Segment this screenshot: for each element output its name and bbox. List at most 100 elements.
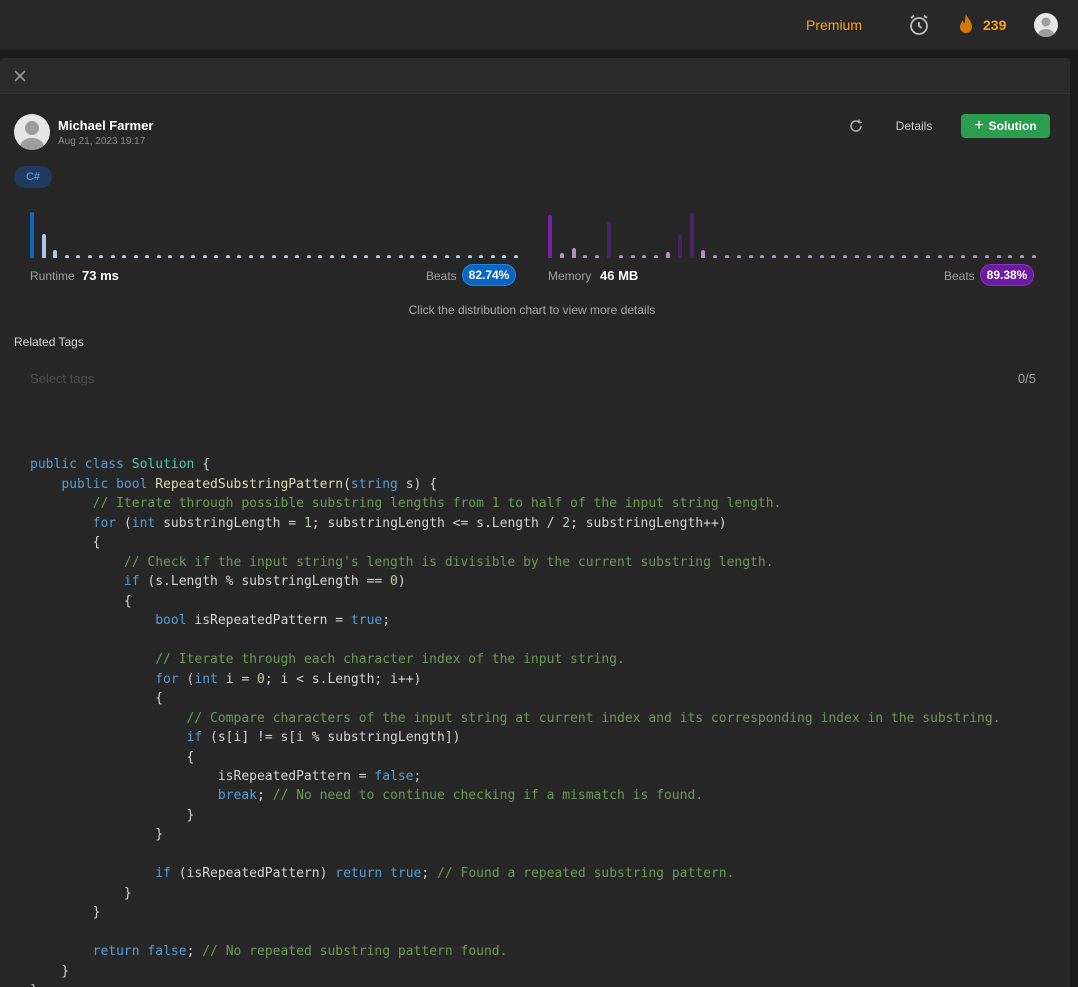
memory-distribution-bar[interactable] (902, 254, 907, 258)
runtime-distribution-bar[interactable] (260, 254, 265, 258)
memory-distribution-bar[interactable] (548, 215, 552, 258)
memory-distribution-bar[interactable] (630, 254, 635, 258)
memory-distribution-bar[interactable] (890, 254, 895, 258)
runtime-distribution-bar[interactable] (295, 254, 300, 258)
runtime-distribution-bar[interactable] (202, 254, 207, 258)
memory-distribution-bar[interactable] (913, 254, 918, 258)
memory-distribution-bar[interactable] (843, 254, 848, 258)
runtime-distribution-bar[interactable] (41, 234, 46, 258)
memory-distribution-bar[interactable] (701, 250, 706, 258)
memory-distribution-bar[interactable] (1032, 254, 1036, 258)
runtime-distribution-bar[interactable] (490, 254, 495, 258)
share-icon[interactable] (848, 118, 864, 134)
memory-distribution-bar[interactable] (677, 233, 682, 258)
runtime-distribution-bar[interactable] (318, 254, 323, 258)
runtime-distribution-bar[interactable] (191, 254, 196, 258)
memory-distribution-bar[interactable] (748, 254, 753, 258)
runtime-distribution-bar[interactable] (375, 254, 380, 258)
runtime-distribution-bar[interactable] (110, 254, 115, 258)
author-avatar[interactable] (14, 114, 50, 150)
fire-streak-icon[interactable] (957, 13, 975, 37)
memory-distribution-bar[interactable] (925, 254, 930, 258)
runtime-distribution-bar[interactable] (225, 254, 230, 258)
memory-distribution-bar[interactable] (819, 254, 824, 258)
tags-select[interactable]: Select tags 0/5 (14, 362, 1044, 394)
details-button[interactable]: Details (886, 114, 942, 138)
runtime-distribution-bar[interactable] (122, 254, 127, 258)
runtime-distribution-bar[interactable] (145, 254, 150, 258)
runtime-distribution-bar[interactable] (76, 254, 81, 258)
memory-distribution-bar[interactable] (618, 254, 623, 258)
memory-distribution-bar[interactable] (949, 254, 954, 258)
memory-distribution-bar[interactable] (666, 252, 671, 258)
runtime-distribution-bar[interactable] (248, 254, 253, 258)
memory-distribution-bar[interactable] (559, 253, 564, 258)
memory-distribution-bar[interactable] (866, 254, 871, 258)
memory-distribution-bar[interactable] (1020, 254, 1025, 258)
runtime-distribution-bar[interactable] (99, 254, 104, 258)
streak-count[interactable]: 239 (983, 17, 1006, 33)
memory-distribution-bar[interactable] (595, 254, 600, 258)
runtime-distribution-bar[interactable] (329, 254, 334, 258)
runtime-distribution-bar[interactable] (341, 254, 346, 258)
runtime-distribution-bar[interactable] (179, 254, 184, 258)
memory-distribution-bar[interactable] (689, 212, 694, 258)
runtime-distribution-bar[interactable] (214, 254, 219, 258)
memory-distribution-bar[interactable] (961, 254, 966, 258)
memory-distribution-bar[interactable] (772, 254, 777, 258)
author-name[interactable]: Michael Farmer (58, 118, 153, 133)
runtime-distribution-bar[interactable] (421, 254, 426, 258)
memory-distribution-bar[interactable] (1008, 254, 1013, 258)
memory-distribution-bar[interactable] (807, 254, 812, 258)
runtime-distribution-bar[interactable] (433, 254, 438, 258)
alarm-clock-icon[interactable] (907, 13, 931, 37)
runtime-distribution-bar[interactable] (156, 254, 161, 258)
memory-distribution-bar[interactable] (713, 254, 718, 258)
runtime-distribution-bar[interactable] (237, 254, 242, 258)
runtime-distribution-bar[interactable] (87, 254, 92, 258)
runtime-distribution-bar[interactable] (479, 254, 484, 258)
memory-distribution-bar[interactable] (760, 254, 765, 258)
memory-distribution-bar[interactable] (854, 254, 859, 258)
memory-distribution-bar[interactable] (996, 254, 1001, 258)
premium-link[interactable]: Premium (806, 17, 862, 33)
memory-distribution-bar[interactable] (795, 254, 800, 258)
close-icon[interactable] (12, 68, 28, 84)
memory-distribution-bar[interactable] (736, 254, 741, 258)
runtime-distribution-bar[interactable] (502, 254, 507, 258)
memory-distribution-bar[interactable] (878, 254, 883, 258)
runtime-distribution-bar[interactable] (410, 254, 415, 258)
memory-distribution-bar[interactable] (972, 254, 977, 258)
memory-distribution-bar[interactable] (784, 254, 789, 258)
add-solution-button[interactable]: + Solution (961, 114, 1050, 138)
runtime-distribution-bar[interactable] (398, 254, 403, 258)
memory-distribution-bar[interactable] (725, 254, 730, 258)
runtime-distribution-bar[interactable] (30, 212, 34, 258)
runtime-distribution-chart[interactable] (30, 208, 518, 258)
runtime-distribution-bar[interactable] (64, 254, 69, 258)
runtime-distribution-bar[interactable] (306, 254, 311, 258)
memory-distribution-bar[interactable] (937, 254, 942, 258)
memory-distribution-bar[interactable] (607, 221, 612, 258)
memory-distribution-chart[interactable] (548, 208, 1036, 258)
memory-distribution-bar[interactable] (654, 254, 659, 258)
runtime-distribution-bar[interactable] (514, 254, 518, 258)
runtime-distribution-bar[interactable] (352, 254, 357, 258)
memory-distribution-bar[interactable] (583, 254, 588, 258)
runtime-distribution-bar[interactable] (364, 254, 369, 258)
runtime-distribution-bar[interactable] (272, 254, 276, 258)
runtime-distribution-bar[interactable] (133, 254, 138, 258)
memory-distribution-bar[interactable] (571, 247, 576, 258)
memory-distribution-bar[interactable] (984, 254, 989, 258)
runtime-distribution-bar[interactable] (467, 254, 472, 258)
runtime-distribution-bar[interactable] (444, 254, 449, 258)
runtime-distribution-bar[interactable] (456, 254, 461, 258)
runtime-distribution-bar[interactable] (168, 254, 173, 258)
code-token: // No need to continue checking if a mis… (272, 788, 704, 804)
memory-distribution-bar[interactable] (642, 254, 647, 258)
runtime-distribution-bar[interactable] (283, 254, 288, 258)
runtime-distribution-bar[interactable] (53, 250, 58, 258)
user-avatar[interactable] (1034, 13, 1058, 37)
memory-distribution-bar[interactable] (831, 254, 836, 258)
runtime-distribution-bar[interactable] (387, 254, 392, 258)
